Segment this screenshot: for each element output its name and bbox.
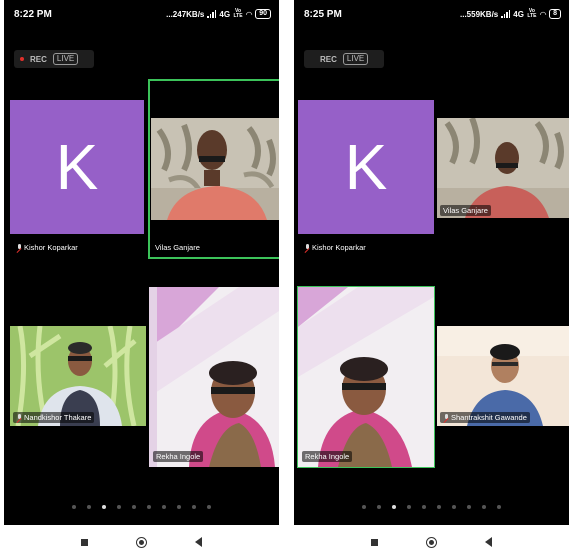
network-type: 4G [219, 9, 231, 19]
page-dot[interactable] [162, 505, 166, 509]
wifi-icon: ◠ [539, 9, 547, 19]
signal-icon [501, 10, 511, 18]
participant-name-shantrakshit: Shantrakshit Gawande [440, 412, 530, 423]
page-dot[interactable] [497, 505, 501, 509]
home-icon[interactable] [136, 536, 147, 548]
mic-muted-icon [443, 413, 449, 422]
participant-name-nandkishor: Nandkishor Thakare [13, 412, 95, 423]
rec-label: REC [30, 54, 47, 64]
network-speed: ...247KB/s [166, 9, 205, 19]
live-badge[interactable]: LIVE [52, 53, 79, 65]
mic-muted-icon [304, 243, 310, 252]
page-dot[interactable] [192, 505, 196, 509]
phone-screen-right: 8:25 PM ...559KB/s 4G Vo LTE ◠ 8 REC LIVE… [294, 0, 569, 525]
page-indicator[interactable] [4, 505, 279, 509]
page-dot[interactable] [377, 505, 381, 509]
android-nav-bar [4, 528, 279, 556]
participant-video [10, 326, 146, 426]
status-icons: ...559KB/s 4G Vo LTE ◠ 8 [460, 9, 561, 19]
participant-video [437, 326, 569, 426]
wifi-icon: ◠ [246, 9, 253, 19]
page-dot[interactable] [147, 505, 151, 509]
home-icon[interactable] [426, 536, 437, 548]
participant-name-rekha: Rekha Ingole [302, 451, 353, 462]
participant-name-vilas: Vilas Ganjare [155, 243, 200, 252]
status-icons: ...247KB/s 4G Vo LTE ◠ 90 [166, 9, 271, 19]
page-dot[interactable] [407, 505, 411, 509]
participant-name-kishor: Kishor Koparkar [304, 243, 366, 252]
rec-dot-icon [20, 57, 24, 61]
mic-muted-icon [16, 413, 22, 422]
status-time: 8:22 PM [14, 9, 52, 20]
page-dot[interactable] [177, 505, 181, 509]
page-dot[interactable] [117, 505, 121, 509]
status-time: 8:25 PM [304, 9, 342, 20]
page-dot-active[interactable] [102, 505, 106, 509]
back-icon[interactable] [485, 537, 492, 547]
video-tile-rekha[interactable]: Rekha Ingole [149, 287, 279, 467]
page-dot[interactable] [72, 505, 76, 509]
lte-icon: Vo LTE [233, 8, 243, 19]
rec-label: REC [320, 54, 337, 64]
participant-video [298, 287, 434, 467]
battery-icon: 8 [549, 9, 561, 19]
phone-screen-left: 8:22 PM ...247KB/s 4G Vo LTE ◠ 90 REC LIV… [4, 0, 279, 525]
mic-muted-icon [16, 243, 22, 252]
participant-name-rekha: Rekha Ingole [153, 451, 204, 462]
recent-apps-icon[interactable] [81, 538, 88, 546]
video-tile-rekha[interactable]: Rekha Ingole [297, 286, 435, 468]
participant-name-kishor: Kishor Koparkar [16, 243, 78, 252]
live-badge[interactable]: LIVE [342, 53, 369, 65]
page-dot[interactable] [437, 505, 441, 509]
participant-video [151, 118, 279, 220]
battery-icon: 90 [255, 9, 271, 19]
participant-video [149, 287, 279, 467]
page-dot[interactable] [422, 505, 426, 509]
page-dot-active[interactable] [392, 505, 396, 509]
video-tile-kishor[interactable]: K [10, 100, 144, 234]
avatar-initial: K [344, 131, 388, 203]
page-indicator[interactable] [294, 505, 569, 509]
page-dot[interactable] [467, 505, 471, 509]
network-speed: ...559KB/s [460, 9, 499, 19]
lte-icon: Vo LTE [527, 8, 537, 19]
video-tile-vilas[interactable]: Vilas Ganjare [148, 79, 279, 259]
page-dot[interactable] [452, 505, 456, 509]
page-dot[interactable] [207, 505, 211, 509]
video-tile-kishor[interactable]: K [298, 100, 434, 234]
network-type: 4G [513, 9, 524, 19]
video-tile-shantrakshit[interactable]: Shantrakshit Gawande [437, 326, 569, 426]
page-dot[interactable] [482, 505, 486, 509]
page-dot[interactable] [87, 505, 91, 509]
page-dot[interactable] [132, 505, 136, 509]
status-bar: 8:25 PM ...559KB/s 4G Vo LTE ◠ 8 [294, 0, 569, 30]
participant-name-vilas: Vilas Ganjare [440, 205, 491, 216]
status-bar: 8:22 PM ...247KB/s 4G Vo LTE ◠ 90 [4, 0, 279, 30]
recent-apps-icon[interactable] [371, 538, 378, 546]
signal-icon [207, 10, 217, 18]
back-icon[interactable] [195, 537, 202, 547]
page-dot[interactable] [362, 505, 366, 509]
video-tile-vilas[interactable]: Vilas Ganjare [437, 118, 569, 218]
recording-indicator: REC LIVE [14, 50, 94, 68]
video-tile-nandkishor[interactable]: Nandkishor Thakare [10, 326, 146, 426]
android-nav-bar [294, 528, 569, 556]
participant-video [437, 118, 569, 218]
avatar-initial: K [55, 131, 99, 203]
recording-indicator: REC LIVE [304, 50, 384, 68]
